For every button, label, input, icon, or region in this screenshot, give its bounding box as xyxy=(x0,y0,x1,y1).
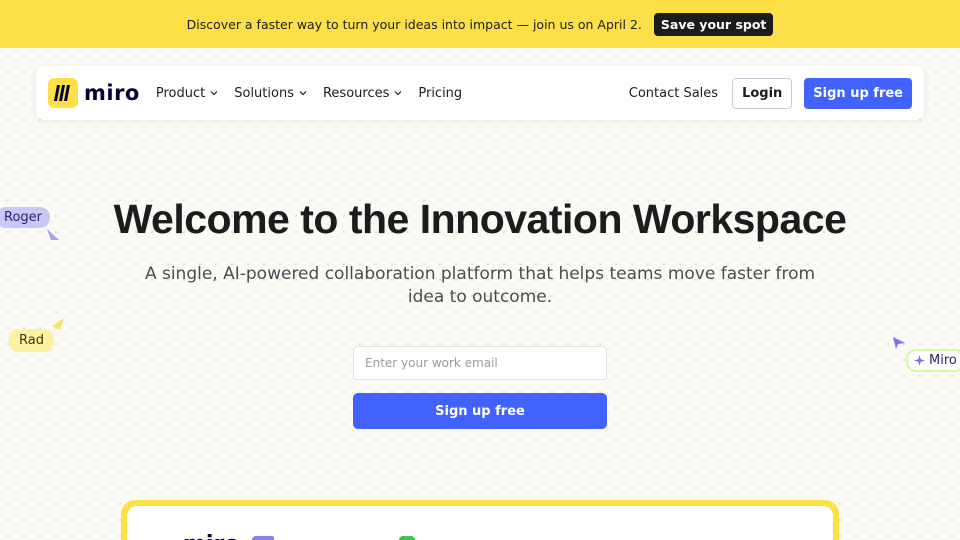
nav-signup-button[interactable]: Sign up free xyxy=(804,77,912,109)
nav-item-label: Resources xyxy=(322,85,390,101)
nav-item-solutions[interactable]: Solutions xyxy=(234,86,307,101)
hero-signup-button[interactable]: Sign up free xyxy=(353,393,607,429)
chevron-down-icon xyxy=(394,91,402,96)
app-icon xyxy=(399,536,415,540)
cursor-label-rad: Rad xyxy=(9,329,54,352)
logo-text: miro xyxy=(84,81,140,105)
nav-item-label: Product xyxy=(155,85,206,101)
board-icon xyxy=(249,536,275,540)
announcement-text: Discover a faster way to turn your ideas… xyxy=(186,16,642,32)
nav-item-label: Pricing xyxy=(418,85,463,101)
nav-item-resources[interactable]: Resources xyxy=(323,86,402,101)
cursor-label-text: Miro xyxy=(929,353,957,368)
chevron-down-icon xyxy=(210,91,218,96)
miro-logo[interactable]: miro xyxy=(48,78,140,108)
sparkle-icon xyxy=(914,355,925,366)
cursor-label-miro-ai: Miro xyxy=(906,349,960,372)
nav-item-label: Solutions xyxy=(234,85,294,101)
announcement-banner: Discover a faster way to turn your ideas… xyxy=(0,0,960,48)
cursor-pointer-icon xyxy=(893,337,905,349)
board-preview: miro xyxy=(121,500,839,540)
login-button[interactable]: Login xyxy=(732,77,793,109)
chevron-down-icon xyxy=(299,91,307,96)
preview-logo-text: miro xyxy=(183,532,239,540)
hero-subtitle: A single, AI-powered collaboration platf… xyxy=(144,264,816,307)
nav-menu: Product Solutions Resources Pricing xyxy=(156,86,462,101)
save-your-spot-button[interactable]: Save your spot xyxy=(653,12,774,36)
nav-item-pricing[interactable]: Pricing xyxy=(418,86,462,101)
hero-title: Welcome to the Innovation Workspace xyxy=(113,196,847,242)
board-preview-window: miro xyxy=(127,506,833,540)
top-navbar: miro Product Solutions Resources Pricing… xyxy=(36,66,924,120)
miro-logo-icon xyxy=(48,78,78,108)
work-email-input[interactable] xyxy=(353,346,607,380)
cursor-pointer-icon xyxy=(52,318,64,330)
contact-sales-link[interactable]: Contact Sales xyxy=(629,86,718,101)
nav-item-product[interactable]: Product xyxy=(156,86,218,101)
nav-actions: Contact Sales Login Sign up free xyxy=(629,77,912,109)
